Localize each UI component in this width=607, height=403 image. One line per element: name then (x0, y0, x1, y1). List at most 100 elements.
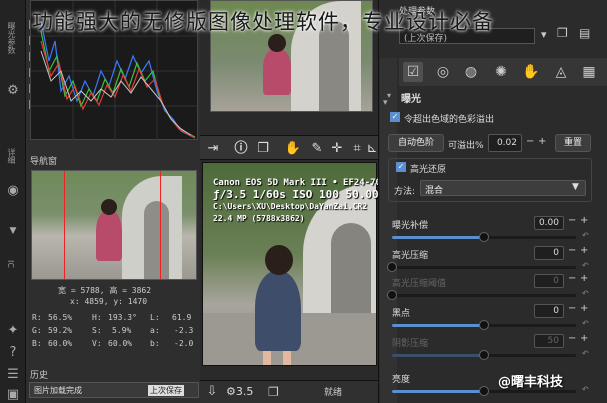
label-lab-b: b: (150, 339, 160, 348)
chevron-down-icon[interactable]: ▼ (4, 222, 22, 240)
child-head (265, 245, 293, 275)
tab-transform-icon[interactable]: ◬ (551, 62, 571, 82)
slider-label: 高光压缩 (392, 251, 429, 261)
increment-icon[interactable]: + (580, 303, 588, 314)
value-h: 193.3° (108, 313, 137, 322)
tab-color-icon[interactable]: ◍ (461, 62, 481, 82)
tab-raw-icon[interactable]: ▦ (579, 62, 599, 82)
magic-wand-icon[interactable]: ✦ (4, 322, 22, 340)
method-label: 方法: (394, 187, 416, 197)
chevron-down-icon: ▼ (572, 182, 579, 192)
slider-track[interactable] (387, 290, 576, 300)
method-select[interactable]: 混合 (420, 180, 586, 196)
decrement-icon[interactable]: − (568, 245, 576, 256)
help-icon[interactable]: ? (4, 344, 22, 362)
overlay-headline: 功能强大的无修版图像处理软件，专业设计必备 (32, 10, 494, 34)
expander-icon[interactable]: ▾ (387, 91, 391, 100)
reset-icon[interactable]: ↶ (582, 385, 589, 394)
slider-knob[interactable] (479, 386, 489, 396)
list-icon[interactable]: ☰ (4, 366, 22, 384)
tab-detail-icon[interactable]: ◎ (433, 62, 453, 82)
tab-local-icon[interactable]: ✋ (521, 62, 541, 82)
child-leg (283, 351, 291, 365)
decrement-icon[interactable]: − (526, 136, 534, 147)
crop-line (160, 171, 161, 279)
decrement-icon[interactable]: − (568, 215, 576, 226)
increment-icon[interactable]: + (580, 273, 588, 284)
slider-track[interactable] (392, 320, 576, 330)
label-a: a: (150, 326, 160, 335)
copy-icon[interactable]: ❐ (254, 140, 272, 157)
slider-knob[interactable] (479, 232, 489, 242)
reset-icon[interactable]: ↶ (582, 289, 589, 298)
reset-button[interactable]: 重置 (555, 134, 591, 152)
highlight-recovery-checkbox[interactable]: ✓ (396, 162, 406, 172)
child-leg (263, 351, 271, 365)
child-head (101, 199, 117, 215)
decrement-icon[interactable]: − (568, 333, 576, 344)
clip-checkbox[interactable]: ✓ (390, 112, 400, 122)
history-col-action[interactable]: 图片加载完成 (34, 385, 82, 396)
decrement-icon[interactable]: − (568, 303, 576, 314)
save-icon[interactable]: ▣ (4, 386, 22, 403)
section-exposure-title: 曝光 (401, 94, 421, 105)
exif-overlay: Canon EOS 5D Mark III • EF24-70 ƒ/3.5 1/… (213, 177, 378, 225)
slider-value-input[interactable]: 0.00 (534, 216, 564, 230)
exif-camera: Canon EOS 5D Mark III • EF24-70 (213, 178, 378, 188)
reset-icon[interactable]: ↶ (582, 319, 589, 328)
chevron-down-icon[interactable]: ▾ (541, 28, 547, 41)
slider-label: 黑点 (392, 309, 411, 319)
clip-percent-input[interactable]: 0.02 (488, 134, 522, 152)
label-v: V: (92, 339, 102, 348)
slider-knob[interactable] (387, 262, 397, 272)
value-s: 5.9% (112, 326, 132, 335)
highlight-recovery-label: 高光还原 (410, 165, 447, 175)
slider-track[interactable] (392, 386, 576, 396)
slider-track[interactable] (392, 232, 576, 242)
reset-icon[interactable]: ↶ (582, 231, 589, 240)
slider-value-input[interactable]: 0 (534, 246, 564, 260)
reset-icon[interactable]: ↶ (582, 349, 589, 358)
label-g: G: (32, 326, 42, 335)
slider-knob[interactable] (479, 320, 489, 330)
child-figure (263, 49, 291, 95)
value-l: 61.9 (172, 313, 192, 322)
save-icon[interactable]: ⇩ (204, 384, 220, 400)
eyedropper-icon[interactable]: ✎ (308, 140, 326, 157)
slider-value-input[interactable]: 50 (534, 334, 564, 348)
value-lab-b: -2.0 (174, 339, 194, 348)
decrement-icon[interactable]: − (568, 273, 576, 284)
paste-icon[interactable]: ▤ (579, 26, 595, 42)
crosshair-icon[interactable]: ✛ (328, 140, 346, 157)
hand-tool-icon[interactable]: ✋ (284, 140, 302, 157)
increment-icon[interactable]: + (580, 215, 588, 226)
layers-icon[interactable]: ❐ (268, 385, 284, 401)
tab-ic[interactable]: IC (6, 260, 15, 268)
increment-icon[interactable]: + (538, 136, 546, 147)
slider-track[interactable] (387, 262, 576, 272)
value-r: 56.5% (48, 313, 73, 322)
tab-exposure-params[interactable]: 曝光参数 (6, 22, 17, 54)
increment-icon[interactable]: + (580, 245, 588, 256)
slider-knob[interactable] (387, 290, 397, 300)
reset-icon[interactable]: ↶ (582, 261, 589, 270)
tab-exposure-icon[interactable]: ☑ (403, 62, 423, 82)
tab-advanced-icon[interactable]: ✺ (491, 62, 511, 82)
label-b: B: (32, 339, 42, 348)
info-icon[interactable]: ⓘ (232, 140, 250, 157)
label-l: L: (150, 313, 160, 322)
navigator-thumbnail[interactable] (31, 170, 197, 280)
slider-value-input[interactable]: 0 (534, 274, 564, 288)
auto-levels-button[interactable]: 自动色阶 (388, 134, 444, 152)
slider-knob[interactable] (479, 350, 489, 360)
slider-value-input[interactable]: 0 (534, 304, 564, 318)
history-col-saved[interactable]: 上次保存 (148, 385, 184, 396)
split-view-icon[interactable]: ⇥ (204, 140, 222, 157)
slider-fill (392, 390, 484, 393)
tab-detail[interactable]: 详细 (6, 148, 17, 164)
copy-icon[interactable]: ❐ (557, 26, 573, 42)
gear-icon[interactable]: ⚙ (4, 82, 22, 100)
slider-track[interactable] (392, 350, 576, 360)
increment-icon[interactable]: + (580, 333, 588, 344)
aperture-icon[interactable]: ◉ (4, 182, 22, 200)
